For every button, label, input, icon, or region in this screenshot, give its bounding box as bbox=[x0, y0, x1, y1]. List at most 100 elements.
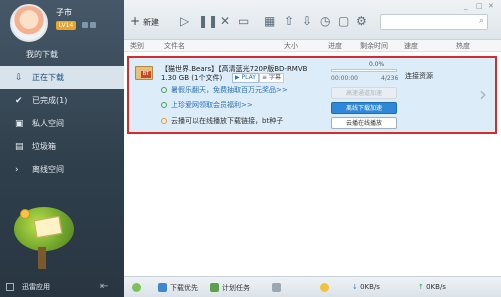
tree-trunk bbox=[38, 247, 46, 269]
lock-icon: ▣ bbox=[15, 119, 24, 129]
sidebar-title: 我的下载 bbox=[26, 50, 58, 59]
avatar[interactable] bbox=[10, 4, 48, 42]
bt-file-icon: BT bbox=[135, 66, 153, 80]
download-priority-icon bbox=[158, 283, 167, 292]
schedule-label: 计划任务 bbox=[222, 284, 250, 292]
schedule-button[interactable]: 计划任务 bbox=[210, 283, 250, 293]
progress-percent: 0.0% bbox=[369, 61, 385, 68]
message-icon[interactable] bbox=[90, 22, 96, 28]
check-circle-icon: ✔ bbox=[15, 96, 23, 106]
high-speed-channel-button[interactable]: 高速通道加速 bbox=[331, 87, 397, 99]
folder-icon[interactable]: ▭ bbox=[238, 14, 249, 28]
remaining-time: 00:00:00 bbox=[331, 75, 358, 82]
sidebar-item-label: 离线空间 bbox=[32, 165, 64, 174]
bear-icon bbox=[320, 283, 332, 292]
main-panel: + 新建 ▷ ❚❚ ✕ ▭ ▦ ⇧ ⇩ ◷ ▢ ⚙ _ □ ✕ ⌕ 类别 文件名 … bbox=[124, 0, 501, 297]
col-speed[interactable]: 速度 bbox=[404, 41, 418, 51]
apps-label[interactable]: 迅雷应用 bbox=[22, 282, 50, 292]
bullet-icon bbox=[161, 102, 167, 108]
col-progress[interactable]: 进度 bbox=[328, 41, 342, 51]
progress-bar bbox=[331, 69, 397, 72]
chevron-right-icon[interactable]: › bbox=[479, 82, 487, 106]
download-priority-button[interactable]: 下载优先 bbox=[158, 283, 198, 293]
new-task-button[interactable]: + 新建 bbox=[130, 14, 159, 28]
sidebar-item-offline-space[interactable]: › 离线空间 bbox=[0, 158, 124, 181]
down-arrow-icon: ↓ bbox=[352, 283, 361, 291]
download-arrow-icon: ⇩ bbox=[15, 73, 23, 83]
plus-icon: + bbox=[130, 14, 141, 28]
sidebar-bottom-bar: 迅雷应用 ⇤ bbox=[0, 277, 124, 297]
sidebar-item-label: 垃圾箱 bbox=[32, 142, 56, 151]
schedule-icon bbox=[210, 283, 219, 292]
download-speed-value: 0KB/s bbox=[360, 283, 380, 291]
sidebar-item-label: 已完成(1) bbox=[32, 96, 68, 105]
sidebar-item-label: 私人空间 bbox=[32, 119, 64, 128]
sound-icon[interactable] bbox=[272, 283, 284, 292]
minimize-icon[interactable]: _ bbox=[464, 2, 468, 10]
subtitle-label: 字幕 bbox=[268, 74, 281, 81]
play-button[interactable]: ▶ PLAY bbox=[232, 73, 259, 83]
col-name[interactable]: 文件名 bbox=[164, 41, 185, 51]
col-heat[interactable]: 热度 bbox=[456, 41, 470, 51]
close-icon[interactable]: ✕ bbox=[488, 2, 494, 10]
settings-icon[interactable]: ⚙ bbox=[356, 14, 367, 28]
vip-icon[interactable]: ▢ bbox=[338, 14, 349, 28]
sidebar-item-downloading[interactable]: ⇩ 正在下载 bbox=[0, 66, 124, 89]
username[interactable]: 子市 bbox=[56, 7, 72, 18]
status-indicator-icon[interactable] bbox=[132, 283, 144, 292]
delete-icon[interactable]: ✕ bbox=[220, 14, 230, 28]
play-label: PLAY bbox=[241, 74, 256, 81]
collapse-sidebar-icon[interactable]: ⇤ bbox=[100, 281, 108, 292]
bullet-icon bbox=[161, 118, 167, 124]
col-type[interactable]: 类别 bbox=[130, 41, 144, 51]
bullet-icon bbox=[161, 87, 167, 93]
new-task-label: 新建 bbox=[143, 18, 160, 27]
upload-speed-value: 0KB/s bbox=[426, 283, 446, 291]
promo-text: 云播可以在线播放下载链接，bt种子 bbox=[171, 117, 284, 125]
cloud-icon: › bbox=[15, 165, 19, 175]
toolbar: + 新建 ▷ ❚❚ ✕ ▭ ▦ ⇧ ⇩ ◷ ▢ ⚙ _ □ ✕ ⌕ bbox=[124, 0, 501, 40]
grid-icon[interactable]: ▦ bbox=[264, 14, 275, 28]
coin-icon bbox=[20, 209, 30, 219]
task-row[interactable]: BT 【猫世界.Bears】【高清蓝光720P版BD-RMVB 1.30 GB … bbox=[127, 56, 497, 134]
play-icon[interactable]: ▷ bbox=[180, 14, 189, 28]
sidebar-item-trash[interactable]: ▤ 垃圾箱 bbox=[0, 135, 124, 158]
sidebar-item-label: 正在下载 bbox=[32, 73, 64, 82]
sidebar-item-private-space[interactable]: ▣ 私人空间 bbox=[0, 112, 124, 135]
level-badge[interactable]: LV14 bbox=[56, 21, 76, 30]
up-arrow-icon: ↑ bbox=[418, 283, 427, 291]
sidebar: 子市 LV14 我的下载 ⇩ 正在下载 ✔ 已完成(1) ▣ 私人空间 ▤ 垃圾… bbox=[0, 0, 124, 297]
task-size: 1.30 GB (1个文件) bbox=[161, 74, 223, 82]
down-icon[interactable]: ⇩ bbox=[302, 14, 312, 28]
pause-icon[interactable]: ❚❚ bbox=[198, 14, 218, 28]
search-icon[interactable]: ⌕ bbox=[479, 16, 484, 26]
user-status-icons bbox=[82, 22, 106, 30]
task-status: 连接资源 bbox=[405, 72, 433, 80]
sidebar-item-completed[interactable]: ✔ 已完成(1) bbox=[0, 89, 124, 112]
upload-speed: ↑ 0KB/s bbox=[418, 283, 446, 291]
promo-text: 暑假乐翻天，免费抽取百万元奖品>> bbox=[171, 86, 288, 94]
search-input[interactable]: ⌕ bbox=[380, 14, 488, 30]
tree-illustration[interactable] bbox=[8, 203, 78, 275]
sidebar-nav: ⇩ 正在下载 ✔ 已完成(1) ▣ 私人空间 ▤ 垃圾箱 › 离线空间 bbox=[0, 66, 124, 181]
pieces-count: 4/236 bbox=[381, 75, 399, 82]
offline-accelerate-button[interactable]: 离线下载加速 bbox=[331, 102, 397, 114]
promo-link[interactable]: 上珍爱网领取会员福利>> bbox=[161, 100, 253, 110]
cloud-play-button[interactable]: 云播在线播放 bbox=[331, 117, 397, 129]
download-priority-label: 下载优先 bbox=[170, 284, 198, 292]
apps-icon[interactable] bbox=[6, 283, 14, 291]
column-header: 类别 文件名 大小 进度 剩余时间 速度 热度 bbox=[124, 40, 501, 52]
maximize-icon[interactable]: □ bbox=[476, 2, 483, 10]
vip-icon[interactable] bbox=[82, 22, 88, 28]
speed-icon[interactable]: ◷ bbox=[320, 14, 330, 28]
download-speed: ↓ 0KB/s bbox=[352, 283, 380, 291]
up-icon[interactable]: ⇧ bbox=[284, 14, 294, 28]
promo-link[interactable]: 暑假乐翻天，免费抽取百万元奖品>> bbox=[161, 85, 288, 95]
subtitle-button[interactable]: ≡ 字幕 bbox=[259, 73, 284, 83]
promo-text: 上珍爱网领取会员福利>> bbox=[171, 101, 253, 109]
col-size[interactable]: 大小 bbox=[284, 41, 298, 51]
promo-link[interactable]: 云播可以在线播放下载链接，bt种子 bbox=[161, 116, 283, 126]
col-remaining[interactable]: 剩余时间 bbox=[360, 41, 388, 51]
trash-icon: ▤ bbox=[15, 142, 24, 152]
status-bar: 下载优先 计划任务 ↓ 0KB/s ↑ 0KB/s bbox=[124, 276, 501, 297]
